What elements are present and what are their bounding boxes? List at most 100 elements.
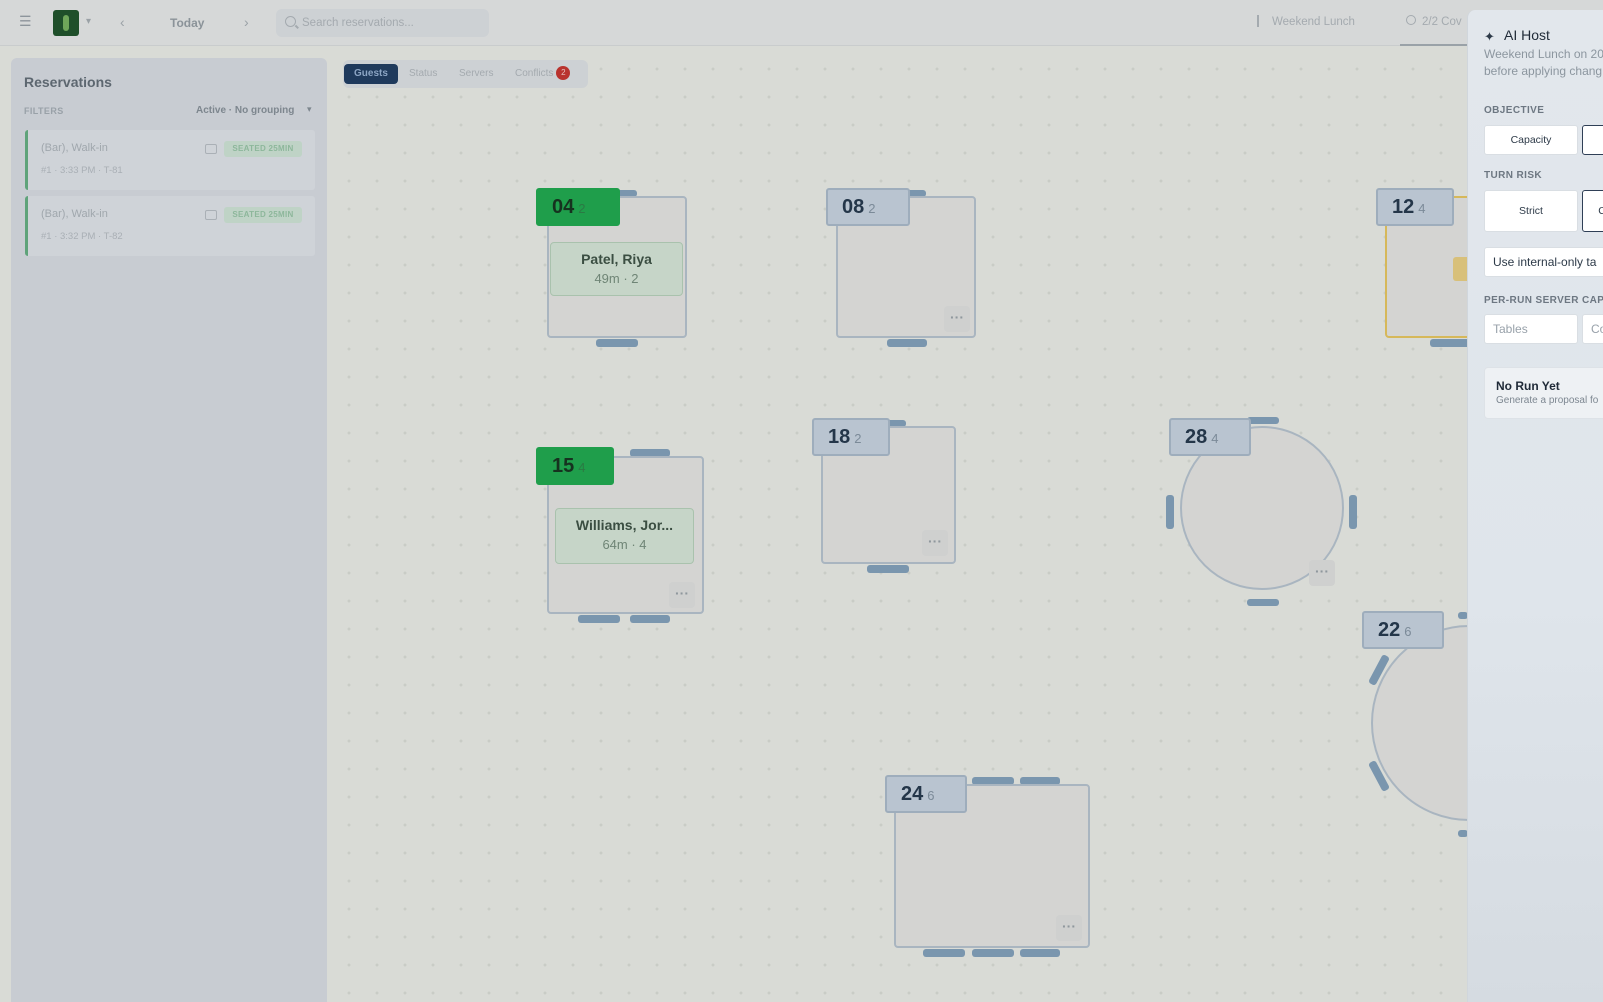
active-tab-indicator xyxy=(1400,44,1470,46)
restaurant-logo[interactable] xyxy=(53,10,79,36)
internal-only-toggle[interactable]: Use internal-only ta xyxy=(1484,247,1603,277)
tab-status[interactable]: Status xyxy=(409,64,437,84)
tab-guests[interactable]: Guests xyxy=(344,64,398,84)
covers-counter[interactable]: 2/2 Cov xyxy=(1422,16,1462,28)
run-status-subtitle: Generate a proposal fo xyxy=(1496,395,1599,406)
chair xyxy=(1020,949,1060,957)
chair xyxy=(1430,339,1470,347)
reservation-meta: #1 · 3:32 PM · T-82 xyxy=(41,231,123,242)
table-number-tag[interactable]: 04 2 xyxy=(536,188,620,226)
covers-cap-input[interactable]: Co xyxy=(1582,314,1603,344)
table-capacity: 2 xyxy=(578,201,586,216)
server-cap-label: PER-RUN SERVER CAP xyxy=(1484,295,1603,306)
more-options-button[interactable]: ··· xyxy=(1056,915,1082,941)
run-status-title: No Run Yet xyxy=(1496,379,1560,393)
table-capacity: 2 xyxy=(868,201,876,216)
objective-capacity-option[interactable]: Capacity xyxy=(1484,125,1578,155)
chair xyxy=(596,339,638,347)
subtitle-line: before applying chang xyxy=(1484,64,1603,78)
chair xyxy=(972,949,1014,957)
chair xyxy=(630,615,670,623)
chair xyxy=(1247,599,1279,606)
search-icon xyxy=(285,16,296,27)
table-number-tag[interactable]: 22 6 xyxy=(1362,611,1444,649)
chair xyxy=(867,565,909,573)
filters-label: FILTERS xyxy=(24,106,64,116)
more-options-button[interactable]: ··· xyxy=(922,530,948,556)
tab-conflicts[interactable]: Conflicts 2 xyxy=(515,64,571,84)
guest-card[interactable]: Patel, Riya 49m · 2 xyxy=(550,242,683,296)
table-number-tag[interactable]: 08 2 xyxy=(826,188,910,226)
run-status-card: No Run Yet Generate a proposal fo xyxy=(1484,367,1603,419)
chair xyxy=(923,949,965,957)
reservation-card[interactable]: (Bar), Walk-in #1 · 3:32 PM · T-82 SEATE… xyxy=(25,196,315,256)
table-number: 24 xyxy=(901,783,924,805)
table-capacity: 4 xyxy=(1211,431,1219,446)
table-capacity: 4 xyxy=(578,460,586,475)
reservation-name: (Bar), Walk-in xyxy=(41,208,108,220)
chair xyxy=(578,615,620,623)
table-number: 22 xyxy=(1378,619,1401,641)
hamburger-menu-icon[interactable]: ☰ xyxy=(19,14,33,28)
more-options-button[interactable]: ··· xyxy=(669,582,695,608)
table-number-tag[interactable]: 18 2 xyxy=(812,418,890,456)
panel-subtitle: Weekend Lunch on 20 before applying chan… xyxy=(1484,46,1603,80)
tab-conflicts-label: Conflicts xyxy=(515,68,554,79)
users-icon xyxy=(1406,15,1416,25)
filter-dropdown[interactable]: Active · No grouping xyxy=(196,105,294,116)
search-box[interactable] xyxy=(276,9,489,37)
service-selector[interactable]: Weekend Lunch xyxy=(1272,16,1355,28)
ai-host-panel: ✦ AI Host Weekend Lunch on 20 before app… xyxy=(1467,10,1603,1002)
turn-risk-second-option[interactable]: C xyxy=(1582,190,1603,232)
table-number-tag[interactable]: 15 4 xyxy=(536,447,614,485)
conflicts-count-badge: 2 xyxy=(556,66,571,80)
guest-name: Williams, Jor... xyxy=(575,517,674,533)
chevron-down-icon[interactable]: ▾ xyxy=(86,16,91,27)
guest-name: Patel, Riya xyxy=(581,251,652,267)
utensils-icon xyxy=(1257,15,1267,27)
guest-meta: 64m · 4 xyxy=(602,537,647,552)
more-options-button[interactable]: ··· xyxy=(1309,560,1335,586)
next-day-button[interactable]: › xyxy=(244,14,249,30)
top-bar: ☰ ▾ ‹ Today › Weekend Lunch 2/2 Cov xyxy=(0,0,1603,46)
table-capacity: 4 xyxy=(1418,201,1426,216)
table-number-tag[interactable]: 24 6 xyxy=(885,775,967,813)
panel-title: AI Host xyxy=(1504,27,1550,43)
table-number-tag[interactable]: 28 4 xyxy=(1169,418,1251,456)
table-number: 08 xyxy=(842,196,865,218)
turn-risk-label: TURN RISK xyxy=(1484,170,1543,181)
sparkle-icon: ✦ xyxy=(1484,29,1495,44)
message-icon[interactable] xyxy=(205,210,217,220)
table-number: 28 xyxy=(1185,426,1208,448)
date-label[interactable]: Today xyxy=(170,16,204,30)
reservation-meta: #1 · 3:33 PM · T-81 xyxy=(41,165,123,176)
table-number: 18 xyxy=(828,426,851,448)
message-icon[interactable] xyxy=(205,144,217,154)
objective-label: OBJECTIVE xyxy=(1484,105,1545,116)
table-capacity: 6 xyxy=(1404,624,1412,639)
chair xyxy=(1166,495,1174,529)
tables-cap-input[interactable]: Tables xyxy=(1484,314,1578,344)
turn-risk-strict-option[interactable]: Strict xyxy=(1484,190,1578,232)
table-number: 15 xyxy=(552,455,575,477)
chair xyxy=(1247,417,1279,424)
view-mode-tabs: Guests Status Servers Conflicts 2 xyxy=(343,60,588,88)
guest-card[interactable]: Williams, Jor... 64m · 4 xyxy=(555,508,694,564)
warning-marker xyxy=(1453,257,1467,281)
status-badge: SEATED 25MIN xyxy=(224,141,302,157)
subtitle-line: Weekend Lunch on 20 xyxy=(1484,47,1603,61)
table-number: 04 xyxy=(552,196,575,218)
status-badge: SEATED 25MIN xyxy=(224,207,302,223)
panel-title: Reservations xyxy=(24,74,112,90)
table-number-tag[interactable]: 12 4 xyxy=(1376,188,1454,226)
chair xyxy=(887,339,927,347)
reservation-name: (Bar), Walk-in xyxy=(41,142,108,154)
tab-servers[interactable]: Servers xyxy=(459,64,493,84)
search-input[interactable] xyxy=(302,9,482,37)
more-options-button[interactable]: ··· xyxy=(944,306,970,332)
reservation-card[interactable]: (Bar), Walk-in #1 · 3:33 PM · T-81 SEATE… xyxy=(25,130,315,190)
chevron-down-icon[interactable]: ▾ xyxy=(307,104,312,115)
previous-day-button[interactable]: ‹ xyxy=(120,14,125,30)
table-capacity: 2 xyxy=(854,431,862,446)
objective-second-option[interactable] xyxy=(1582,125,1603,155)
